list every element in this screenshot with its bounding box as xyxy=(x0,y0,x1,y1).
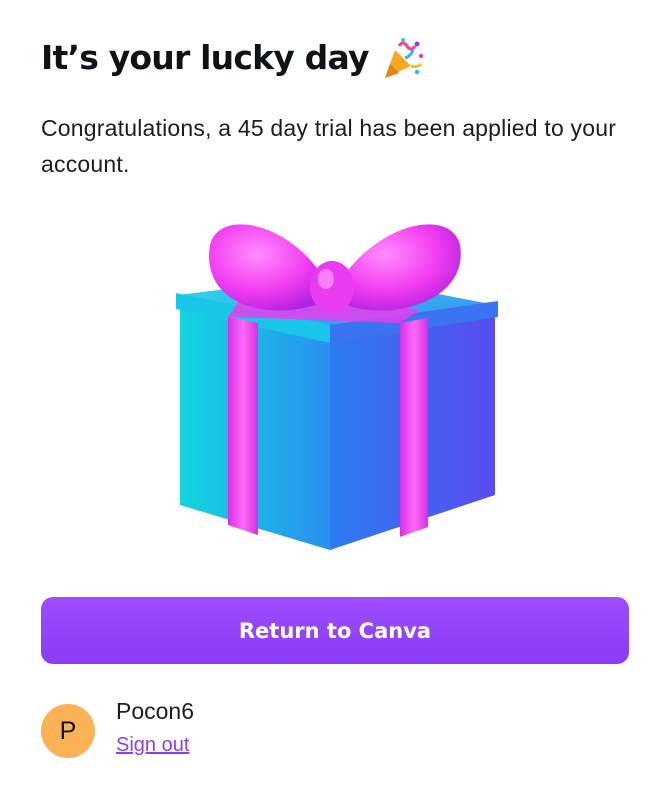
account-info: Pocon6 Sign out xyxy=(116,696,194,757)
party-popper-icon xyxy=(381,36,425,80)
page-title: It’s your lucky day xyxy=(41,38,369,77)
avatar: P xyxy=(41,704,95,758)
gift-box-icon xyxy=(150,205,510,565)
return-to-canva-button[interactable]: Return to Canva xyxy=(41,597,629,664)
account-section: P Pocon6 Sign out xyxy=(41,696,194,758)
username: Pocon6 xyxy=(116,698,195,724)
trial-success-page: It’s your lucky day Congratulations, a 4… xyxy=(0,0,670,800)
header: It’s your lucky day xyxy=(41,36,425,80)
sign-out-link[interactable]: Sign out xyxy=(116,734,194,757)
trial-message: Congratulations, a 45 day trial has been… xyxy=(41,115,617,177)
